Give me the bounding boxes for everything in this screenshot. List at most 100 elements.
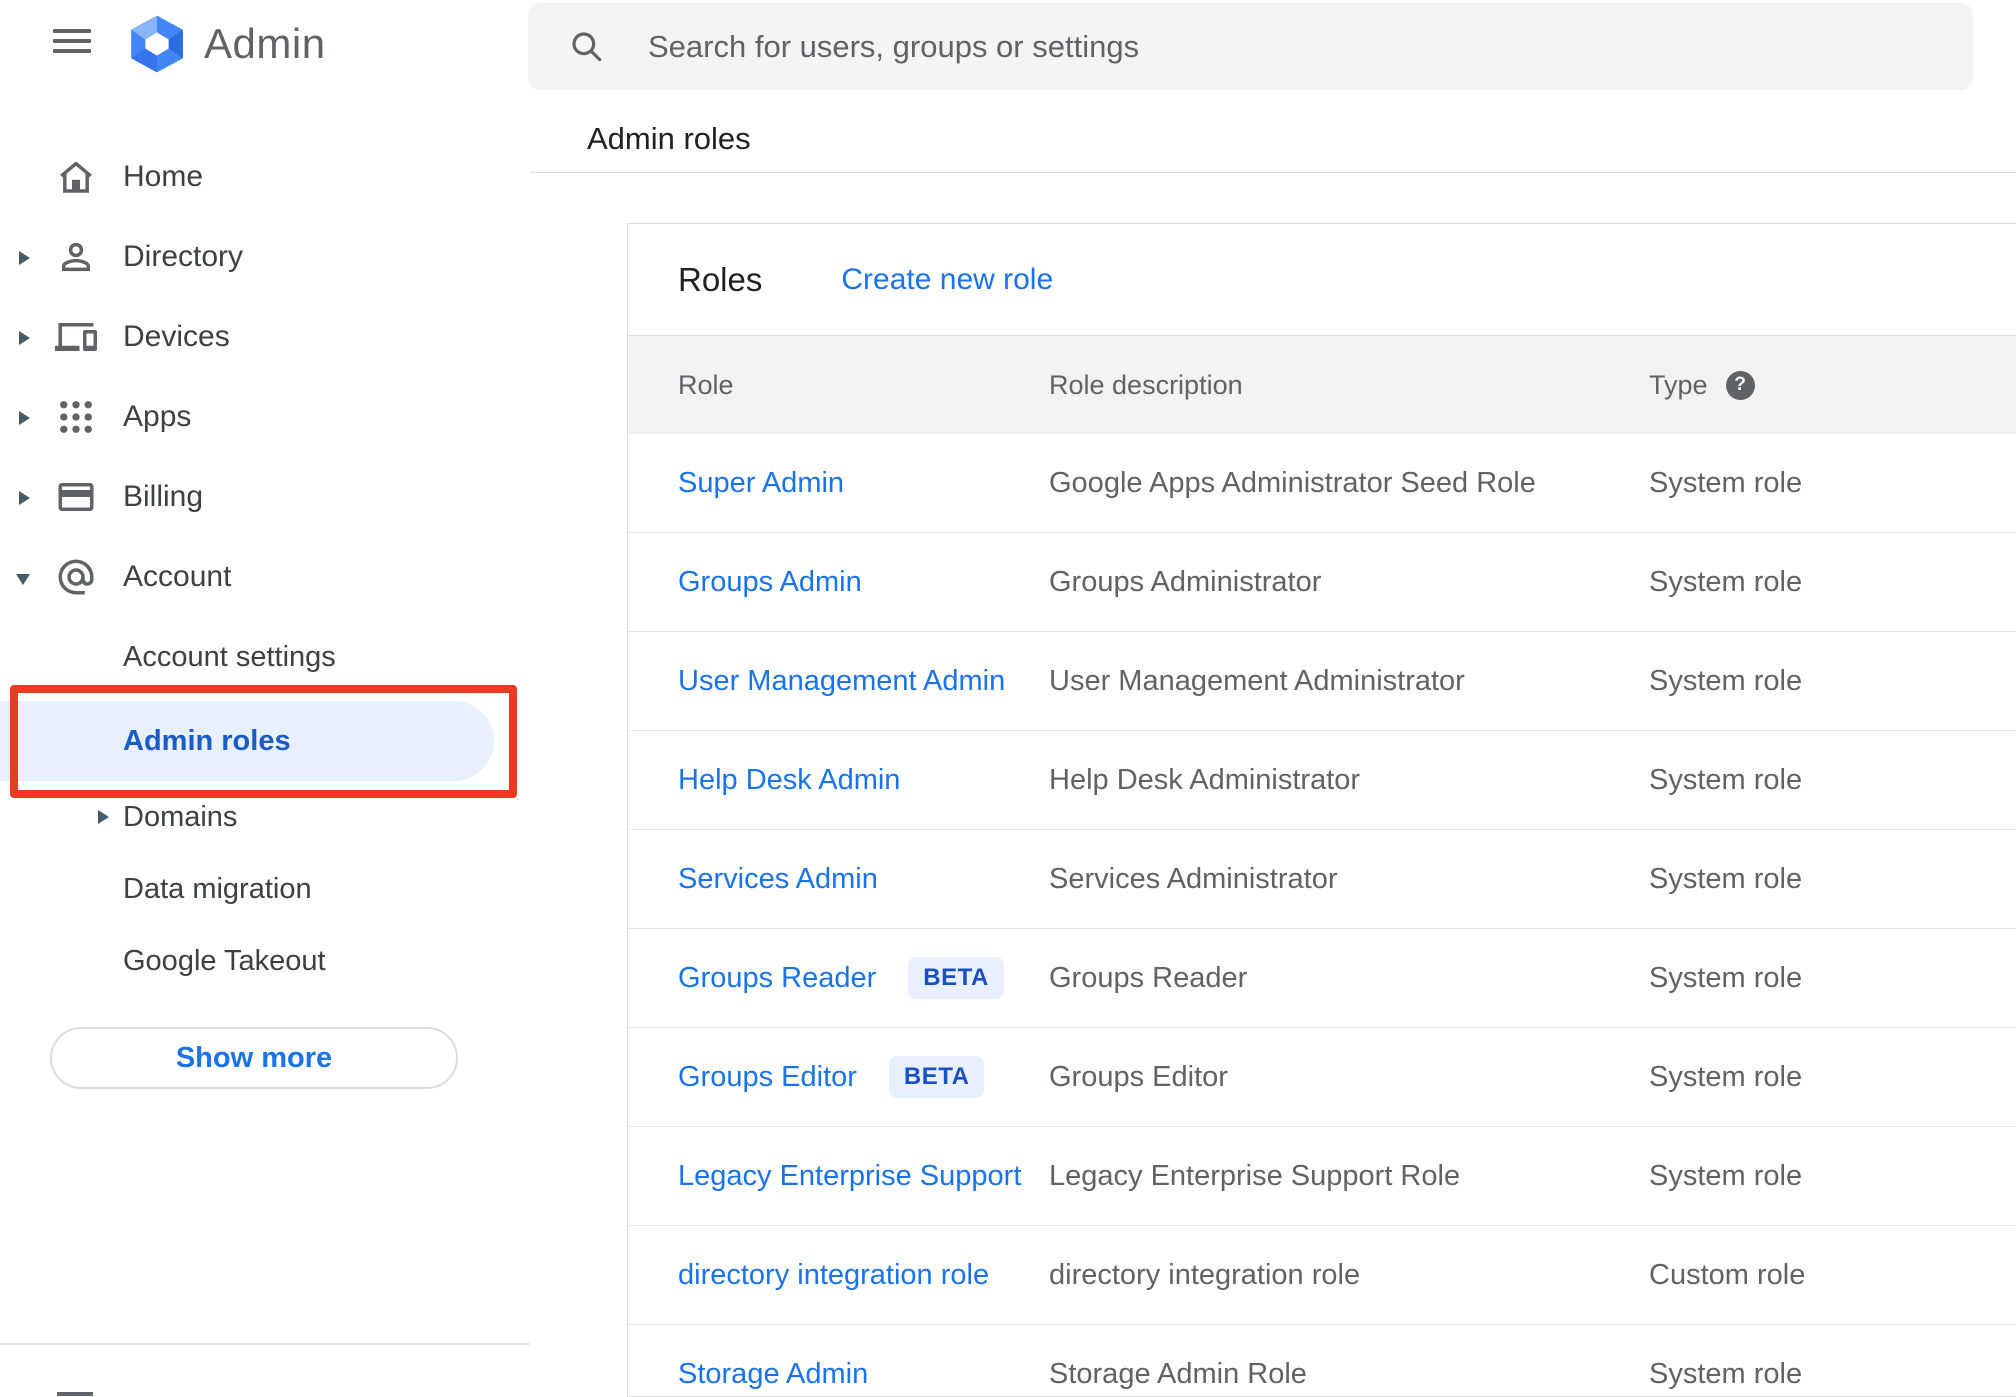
role-description: Groups Reader — [1049, 961, 1248, 994]
sidebar-item-billing[interactable]: Billing — [0, 457, 530, 537]
sidebar-item-devices[interactable]: Devices — [0, 297, 530, 377]
table-row: Legacy Enterprise Support Legacy Enterpr… — [628, 1127, 2016, 1226]
credit-card-icon — [55, 476, 97, 518]
table-header-row: Role Role description Type ? — [628, 335, 2016, 434]
expand-caret-icon[interactable] — [19, 411, 30, 425]
role-type: Custom role — [1649, 1258, 1806, 1291]
role-name-link[interactable]: Groups Editor — [678, 1061, 857, 1094]
role-description: Storage Admin Role — [1049, 1357, 1307, 1390]
sidebar-item-label: Devices — [123, 320, 230, 353]
table-row: Super Admin Google Apps Administrator Se… — [628, 434, 2016, 533]
role-type: System role — [1649, 466, 1803, 499]
expand-caret-icon[interactable] — [16, 574, 30, 585]
breadcrumb-divider — [530, 172, 2016, 173]
role-description: Legacy Enterprise Support Role — [1049, 1159, 1461, 1192]
column-header-role: Role — [678, 370, 734, 400]
table-row: directory integration role directory int… — [628, 1226, 2016, 1325]
expand-caret-icon[interactable] — [19, 331, 30, 345]
role-description: Google Apps Administrator Seed Role — [1049, 466, 1536, 499]
role-name-link[interactable]: Super Admin — [678, 467, 844, 500]
roles-panel-header: Roles Create new role — [628, 224, 2016, 335]
sidebar-item-apps[interactable]: Apps — [0, 377, 530, 457]
sidebar-item-directory[interactable]: Directory — [0, 217, 530, 297]
expand-caret-icon[interactable] — [98, 810, 109, 824]
show-more-button[interactable]: Show more — [50, 1027, 458, 1089]
beta-badge: BETA — [908, 957, 1004, 999]
sidebar-subitem-account-settings[interactable]: Account settings — [0, 617, 530, 697]
person-icon — [62, 242, 90, 272]
role-type: System role — [1649, 664, 1803, 697]
role-type: System role — [1649, 1357, 1803, 1390]
sidebar-bottom-divider — [0, 1343, 530, 1345]
home-icon — [55, 156, 97, 198]
at-sign-icon — [58, 559, 94, 595]
expand-caret-icon[interactable] — [19, 491, 30, 505]
role-name-link[interactable]: Services Admin — [678, 863, 878, 896]
role-name-link[interactable]: Groups Admin — [678, 566, 862, 599]
admin-hexagon-icon — [131, 15, 183, 73]
sidebar-item-home[interactable]: Home — [0, 137, 530, 217]
sidebar-item-label: Home — [123, 160, 204, 193]
sidebar-item-label: Billing — [123, 480, 204, 513]
sidebar-item-account[interactable]: Account — [0, 537, 530, 617]
apps-grid-icon — [60, 401, 92, 433]
table-row: Help Desk Admin Help Desk Administrator … — [628, 731, 2016, 830]
role-name-link[interactable]: Groups Reader — [678, 962, 876, 995]
expand-caret-icon[interactable] — [19, 251, 30, 265]
table-row: Services Admin Services Administrator Sy… — [628, 830, 2016, 929]
sidebar-item-label: Apps — [123, 400, 192, 433]
table-row: User Management Admin User Management Ad… — [628, 632, 2016, 731]
sidebar-item-label: Directory — [123, 240, 244, 273]
roles-panel: Roles Create new role Role Role descript… — [627, 223, 2016, 1397]
roles-table-body: Super Admin Google Apps Administrator Se… — [628, 434, 2016, 1396]
beta-badge: BETA — [888, 1056, 985, 1098]
column-header-type: Type ? — [1649, 336, 1755, 434]
brand-name: Admin — [204, 20, 326, 67]
role-description: Services Administrator — [1049, 862, 1338, 895]
search-icon — [572, 31, 602, 61]
create-new-role-link[interactable]: Create new role — [841, 263, 1053, 297]
admin-logo[interactable]: Admin — [126, 14, 326, 74]
sidebar-subitem-domains[interactable]: Domains — [0, 777, 530, 857]
credit-card-icon — [58, 483, 94, 511]
table-row: Groups Editor BETA Groups Editor System … — [628, 1028, 2016, 1127]
role-name-link[interactable]: User Management Admin — [678, 665, 1005, 698]
person-icon — [55, 236, 97, 278]
help-icon[interactable]: ? — [1725, 370, 1755, 400]
table-row: Groups Admin Groups Administrator System… — [628, 533, 2016, 632]
home-icon — [60, 161, 92, 193]
table-row: Storage Admin Storage Admin Role System … — [628, 1325, 2016, 1396]
devices-icon — [55, 323, 97, 351]
role-type: System role — [1649, 1060, 1803, 1093]
role-type: System role — [1649, 763, 1803, 796]
menu-icon[interactable] — [53, 29, 91, 54]
at-sign-icon — [55, 556, 97, 598]
role-name-link[interactable]: directory integration role — [678, 1259, 989, 1292]
role-type: System role — [1649, 961, 1803, 994]
breadcrumb: Admin roles — [587, 121, 751, 156]
devices-icon — [55, 316, 97, 358]
clipped-bottom-icon — [57, 1392, 93, 1396]
role-description: Groups Administrator — [1049, 565, 1322, 598]
role-name-link[interactable]: Help Desk Admin — [678, 764, 900, 797]
role-name-link[interactable]: Legacy Enterprise Support — [678, 1160, 1021, 1193]
sidebar-subitem-admin-roles[interactable]: Admin roles — [0, 701, 494, 781]
sidebar-subitem-data-migration[interactable]: Data migration — [0, 849, 530, 929]
search-input[interactable] — [646, 27, 1850, 66]
sidebar-subitem-label: Google Takeout — [123, 945, 326, 977]
panel-title: Roles — [678, 260, 763, 298]
role-description: Help Desk Administrator — [1049, 763, 1361, 796]
role-type: System role — [1649, 862, 1803, 895]
sidebar-subitem-label: Admin roles — [123, 725, 291, 757]
sidebar-subitem-label: Data migration — [123, 873, 312, 905]
role-type: System role — [1649, 1159, 1803, 1192]
sidebar-subitem-label: Account settings — [123, 641, 336, 673]
sidebar-subitem-label: Domains — [123, 801, 238, 833]
role-description: User Management Administrator — [1049, 664, 1465, 697]
table-row: Groups Reader BETA Groups Reader System … — [628, 929, 2016, 1028]
sidebar-item-label: Account — [123, 560, 232, 593]
search-bar[interactable] — [528, 3, 1973, 90]
sidebar-subitem-google-takeout[interactable]: Google Takeout — [0, 921, 530, 1001]
role-name-link[interactable]: Storage Admin — [678, 1358, 868, 1391]
column-header-description: Role description — [1049, 370, 1243, 400]
